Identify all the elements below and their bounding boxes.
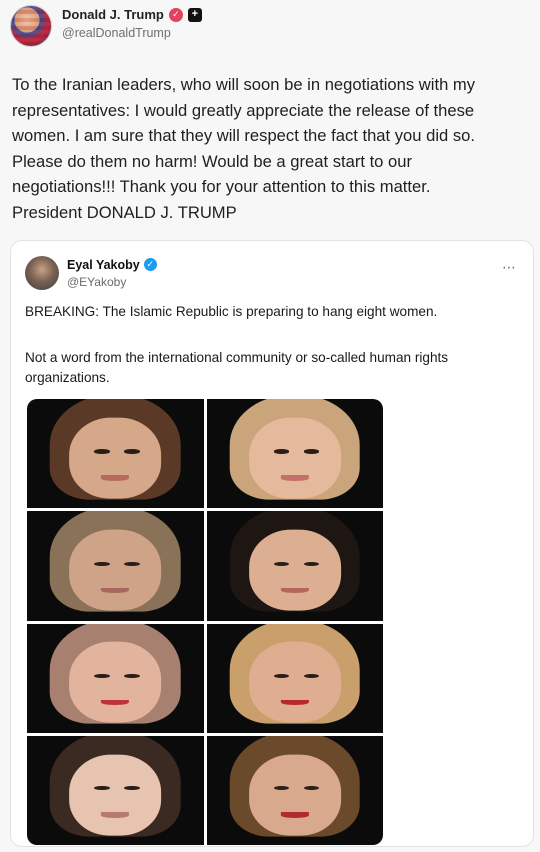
post-header: Donald J. Trump ✓ + @realDonaldTrump — [10, 5, 202, 49]
quoted-author-name-block: Eyal Yakoby ✓ @EYakoby — [67, 258, 157, 289]
quoted-author-handle[interactable]: @EYakoby — [67, 275, 157, 289]
portrait-photo-4[interactable] — [206, 511, 383, 621]
quoted-post-header: Eyal Yakoby ✓ @EYakoby — [25, 256, 157, 290]
portrait-photo-8[interactable] — [206, 735, 383, 845]
truth-social-post: Donald J. Trump ✓ + @realDonaldTrump To … — [0, 0, 540, 852]
author-avatar[interactable] — [10, 5, 52, 47]
quoted-verified-icon: ✓ — [143, 258, 157, 271]
quoted-author-name-row: Eyal Yakoby ✓ — [67, 258, 157, 272]
post-body-text: To the Iranian leaders, who will soon be… — [12, 75, 476, 222]
photo-grid[interactable] — [27, 399, 383, 845]
portrait-photo-2[interactable] — [206, 399, 383, 509]
author-display-name[interactable]: Donald J. Trump — [62, 7, 164, 22]
verified-badge-icon: ✓ — [168, 7, 183, 22]
portrait-photo-6[interactable] — [206, 623, 383, 733]
author-handle[interactable]: @realDonaldTrump — [62, 26, 202, 40]
quoted-author-avatar[interactable] — [25, 256, 59, 290]
quoted-post-text-line1: BREAKING: The Islamic Republic is prepar… — [25, 304, 438, 319]
quoted-post-text-line2: Not a word from the international commun… — [25, 350, 449, 385]
plus-square-icon[interactable]: + — [187, 7, 202, 22]
portrait-photo-5[interactable] — [27, 623, 204, 733]
portrait-photo-1[interactable] — [27, 399, 204, 509]
author-name-block: Donald J. Trump ✓ + @realDonaldTrump — [62, 7, 202, 40]
portrait-photo-3[interactable] — [27, 511, 204, 621]
more-options-icon[interactable]: ⋯ — [502, 259, 517, 276]
quoted-author-display-name[interactable]: Eyal Yakoby — [67, 258, 140, 272]
author-name-row: Donald J. Trump ✓ + — [62, 7, 202, 22]
portrait-photo-7[interactable] — [27, 735, 204, 845]
quoted-post-card[interactable]: Eyal Yakoby ✓ @EYakoby ⋯ BREAKING: The I… — [10, 240, 534, 847]
